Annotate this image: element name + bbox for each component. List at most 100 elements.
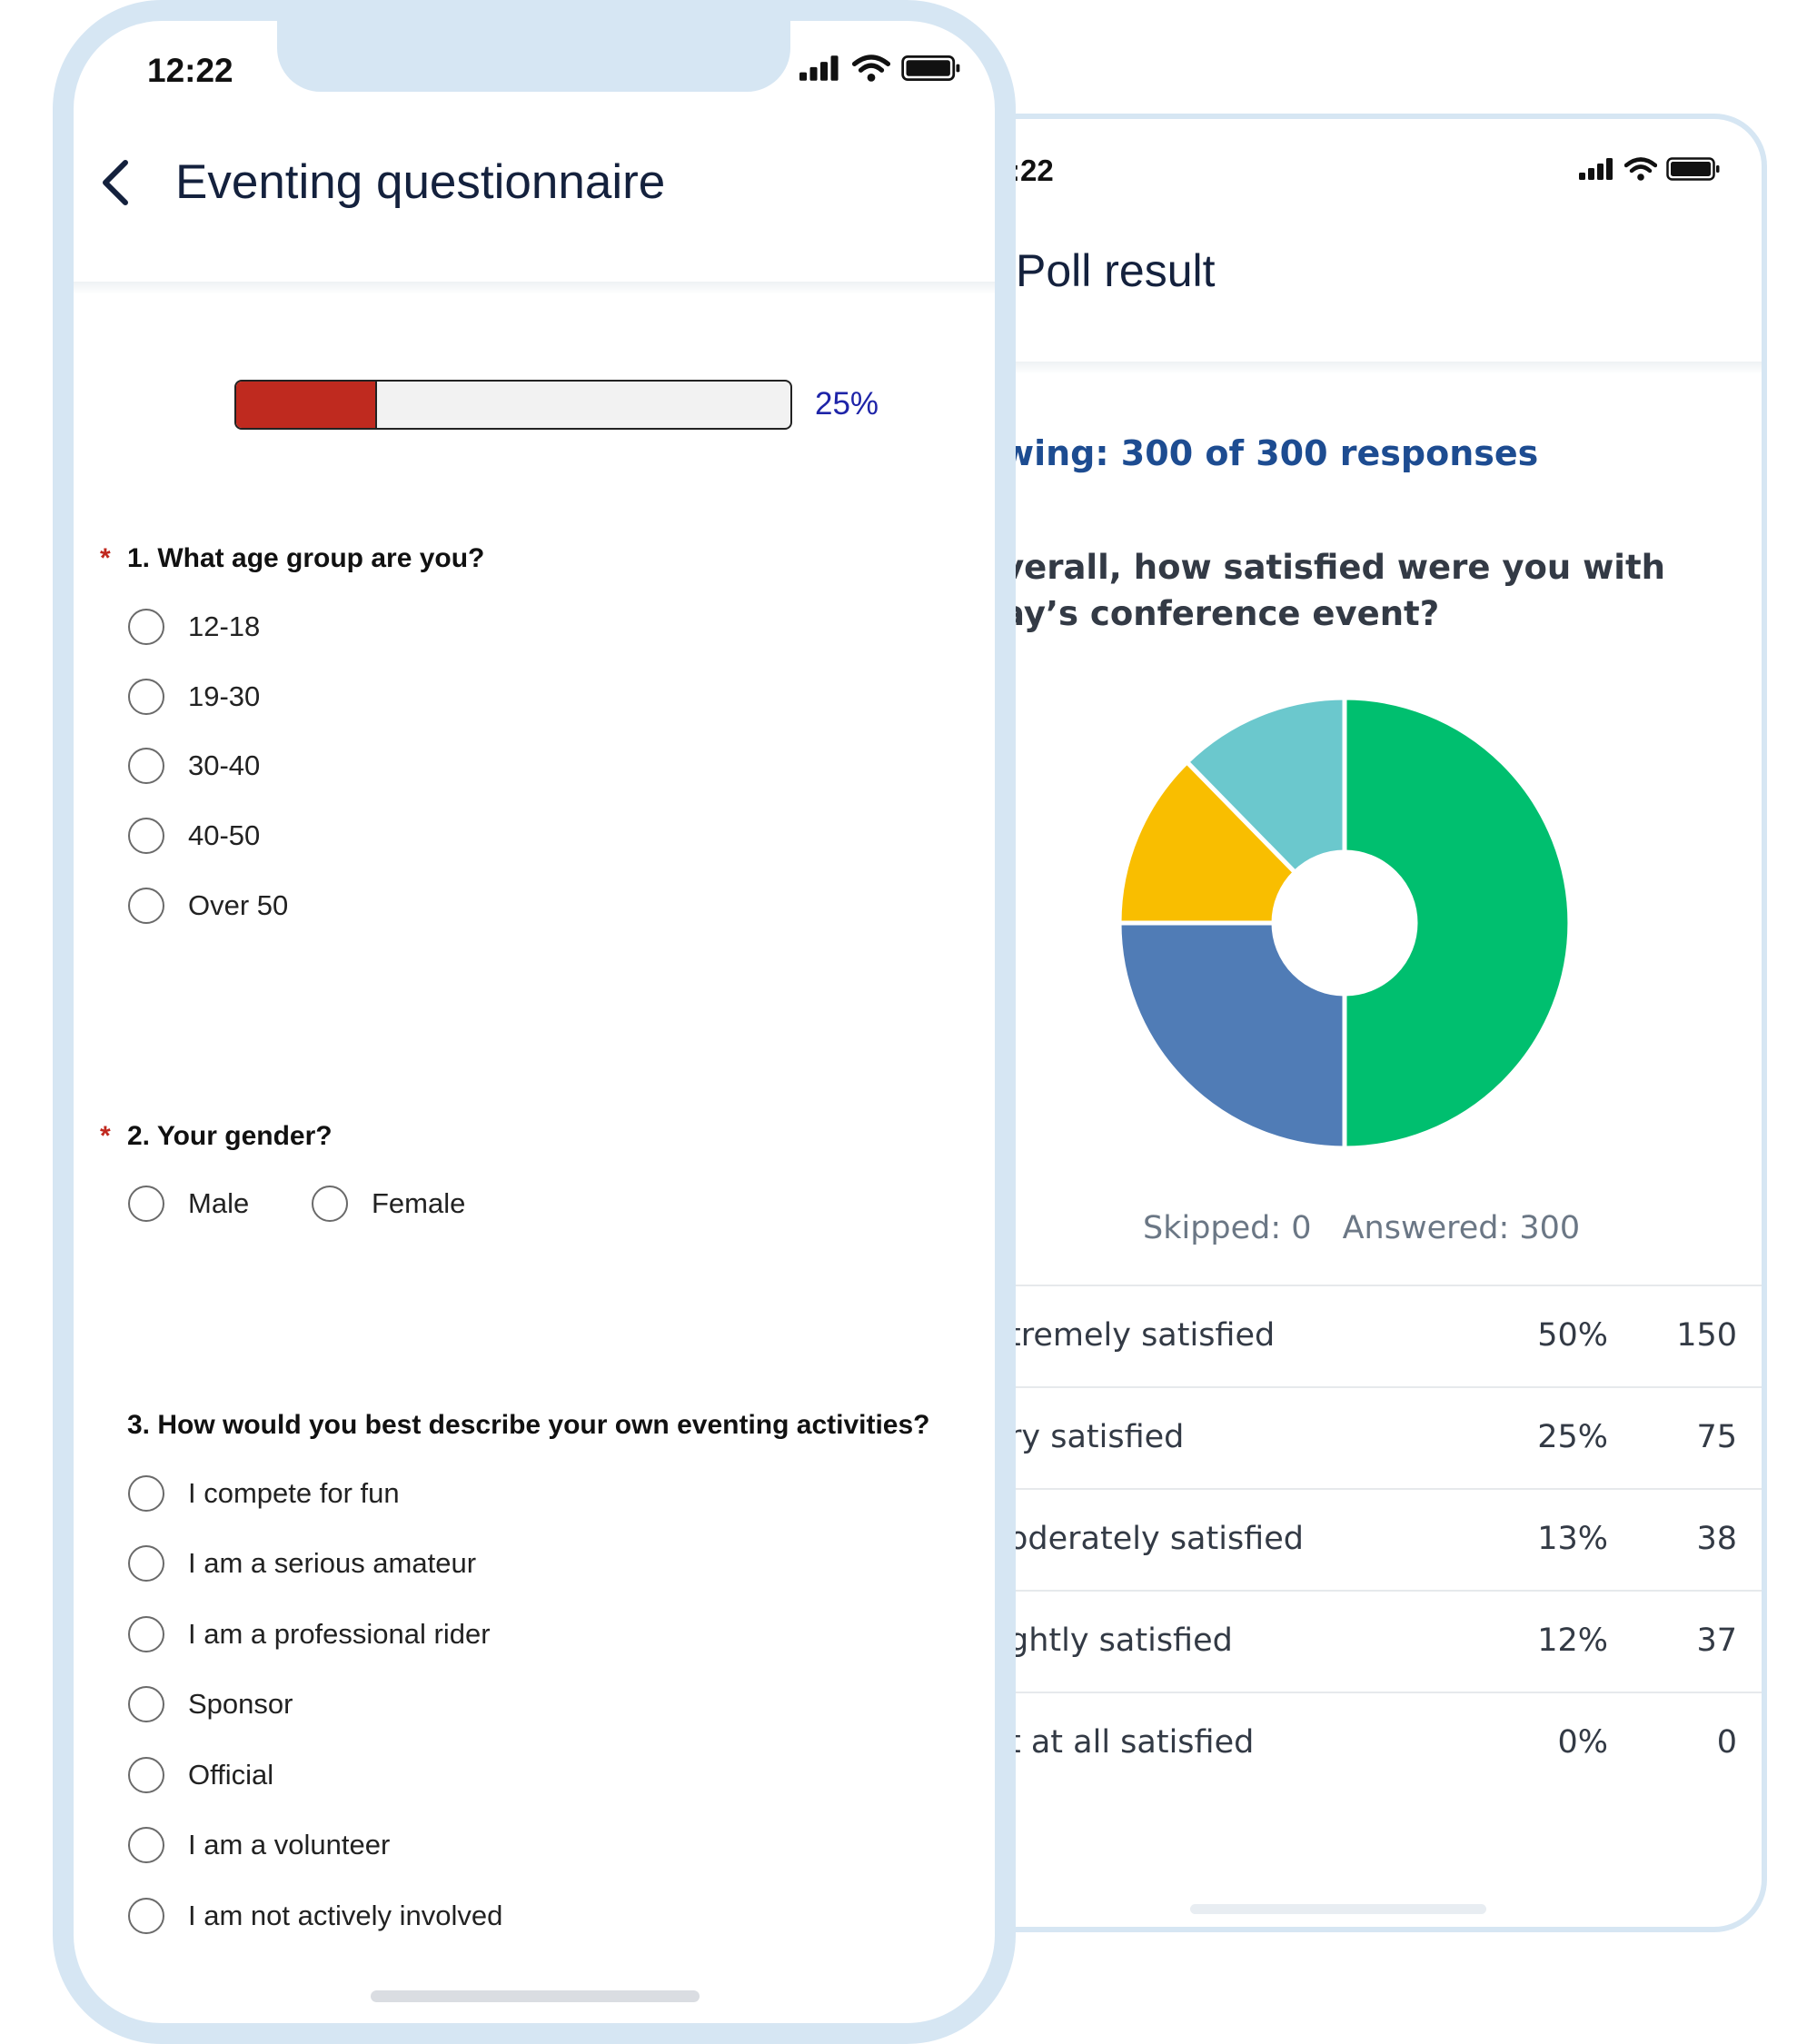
progress-bar (234, 380, 792, 430)
home-indicator (371, 1990, 700, 2002)
battery-icon (901, 55, 960, 82)
phone-notch (277, 21, 790, 92)
question-2-title: 2. Your gender? (127, 1121, 333, 1151)
poll-question-line-1: verall, how satisfied were you with (1002, 548, 1665, 587)
wifi-icon (852, 55, 890, 82)
required-asterisk: * (100, 1121, 111, 1151)
radio-option-19-30[interactable]: 19-30 (128, 679, 260, 715)
radio-option-official[interactable]: Official (128, 1757, 273, 1793)
option-label: I am a volunteer (188, 1829, 391, 1860)
radio-button[interactable] (128, 748, 164, 784)
radio-button[interactable] (128, 818, 164, 854)
status-time: 12:22 (147, 52, 233, 89)
radio-option-female[interactable]: Female (312, 1186, 465, 1222)
radio-button[interactable] (128, 1827, 164, 1863)
answer-percent: 0% (1557, 1724, 1608, 1761)
answer-percent: 25% (1537, 1419, 1608, 1455)
option-label: Official (188, 1759, 274, 1791)
radio-option-12-18[interactable]: 12-18 (128, 609, 260, 645)
radio-button[interactable] (128, 609, 164, 645)
skipped-count: Skipped: 0 (1143, 1210, 1312, 1246)
poll-question-line-2: ay’s conference event? (1002, 594, 1440, 633)
page-title: Poll result (1016, 245, 1216, 296)
status-time: :22 (1010, 154, 1054, 187)
response-stats: Skipped: 0 Answered: 300 (1143, 1210, 1580, 1246)
table-row: ghtly satisfied 12% 37 (908, 1590, 1762, 1692)
poll-question: verall, how satisfied were you with ay’s… (1002, 544, 1729, 637)
page-title: Eventing questionnaire (175, 155, 666, 209)
radio-button[interactable] (312, 1186, 348, 1222)
option-label: Female (372, 1187, 466, 1219)
header-divider (74, 282, 995, 294)
option-label: Male (188, 1187, 250, 1219)
answer-count: 0 (1716, 1724, 1737, 1761)
radio-option-serious-amateur[interactable]: I am a serious amateur (128, 1545, 476, 1582)
answer-count: 37 (1696, 1622, 1737, 1659)
results-donut-chart (1117, 695, 1573, 1151)
option-label: I am a professional rider (188, 1618, 491, 1650)
answer-percent: 12% (1537, 1622, 1608, 1659)
answer-label: tremely satisfied (1008, 1317, 1276, 1354)
answer-label: ry satisfied (1008, 1419, 1185, 1455)
wifi-icon (1624, 157, 1657, 181)
answer-label: t at all satisfied (1008, 1724, 1255, 1761)
radio-button[interactable] (128, 1898, 164, 1934)
progress-percent: 25% (815, 386, 879, 422)
table-row: tremely satisfied 50% 150 (908, 1285, 1762, 1386)
radio-option-male[interactable]: Male (128, 1186, 249, 1222)
donut-slice-1 (1117, 920, 1347, 1151)
radio-option-professional-rider[interactable]: I am a professional rider (128, 1616, 491, 1652)
question-3-title: 3. How would you best describe your own … (127, 1410, 930, 1440)
radio-button[interactable] (128, 888, 164, 924)
option-label: I am a serious amateur (188, 1547, 477, 1579)
results-table: tremely satisfied 50% 150 ry satisfied 2… (908, 1285, 1762, 1793)
table-row: t at all satisfied 0% 0 (908, 1692, 1762, 1793)
option-label: 12-18 (188, 610, 261, 642)
responses-filter-link[interactable]: wing: 300 of 300 responses (1002, 433, 1538, 473)
table-row: ry satisfied 25% 75 (908, 1386, 1762, 1488)
option-label: I am not actively involved (188, 1900, 503, 1931)
donut-slice-0 (1342, 695, 1573, 1151)
radio-option-volunteer[interactable]: I am a volunteer (128, 1827, 390, 1863)
answer-count: 38 (1696, 1521, 1737, 1557)
answered-count: Answered: 300 (1342, 1210, 1581, 1246)
back-arrow-icon[interactable] (98, 159, 134, 206)
status-icons (1579, 157, 1721, 181)
option-label: Sponsor (188, 1688, 293, 1720)
answer-percent: 50% (1537, 1317, 1608, 1354)
answer-label: ghtly satisfied (1008, 1622, 1233, 1659)
radio-button[interactable] (128, 1475, 164, 1512)
radio-button[interactable] (128, 1757, 164, 1793)
radio-button[interactable] (128, 1545, 164, 1582)
progress-bar-fill (236, 382, 377, 428)
option-label: Over 50 (188, 889, 289, 921)
home-indicator (1190, 1904, 1486, 1914)
signal-icon (799, 55, 839, 81)
required-asterisk: * (100, 543, 111, 573)
option-label: 30-40 (188, 749, 261, 781)
answer-percent: 13% (1537, 1521, 1608, 1557)
status-icons (799, 55, 961, 82)
radio-option-over-50[interactable]: Over 50 (128, 888, 288, 924)
radio-option-30-40[interactable]: 30-40 (128, 748, 260, 784)
table-row: oderately satisfied 13% 38 (908, 1488, 1762, 1590)
radio-option-40-50[interactable]: 40-50 (128, 818, 260, 854)
answer-label: oderately satisfied (1008, 1521, 1304, 1557)
signal-icon (1579, 158, 1613, 180)
radio-button[interactable] (128, 1186, 164, 1222)
answer-count: 150 (1676, 1317, 1737, 1354)
radio-option-sponsor[interactable]: Sponsor (128, 1686, 293, 1722)
radio-option-compete-for-fun[interactable]: I compete for fun (128, 1475, 400, 1512)
radio-button[interactable] (128, 1616, 164, 1652)
question-1-title: 1. What age group are you? (127, 543, 485, 573)
header-divider (908, 362, 1762, 374)
radio-button[interactable] (128, 1686, 164, 1722)
radio-button[interactable] (128, 679, 164, 715)
option-label: I compete for fun (188, 1477, 400, 1509)
option-label: 19-30 (188, 680, 261, 712)
answer-count: 75 (1696, 1419, 1737, 1455)
radio-option-not-involved[interactable]: I am not actively involved (128, 1898, 502, 1934)
poll-result-phone: :22 Poll result wing: 300 of 300 respons… (908, 114, 1767, 1932)
battery-icon (1666, 157, 1720, 181)
option-label: 40-50 (188, 819, 261, 851)
